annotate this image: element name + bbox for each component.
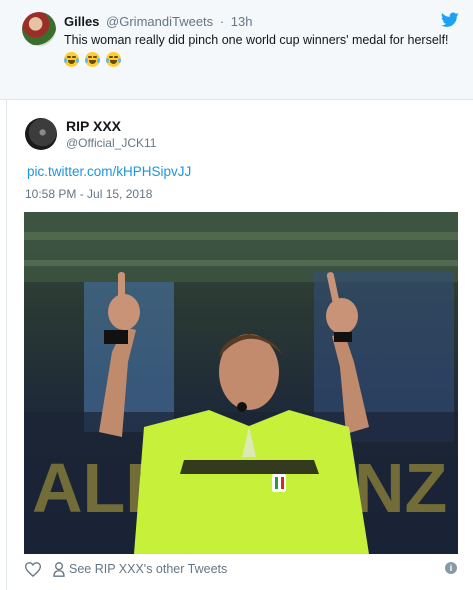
reply-author-name[interactable]: Gilles	[64, 14, 99, 29]
embedded-author-name[interactable]: RIP XXX	[66, 118, 121, 134]
referee-photo-illustration: ALB NZ	[24, 212, 458, 554]
emoji-row	[64, 50, 122, 67]
person-icon	[53, 562, 65, 577]
pic-link[interactable]: pic.twitter.com/kHPHSipvJJ	[27, 164, 191, 179]
see-other-tweets-link[interactable]: See RIP XXX's other Tweets	[69, 562, 227, 576]
info-icon[interactable]: i	[445, 562, 457, 574]
tears-of-joy-emoji-icon	[105, 51, 121, 67]
embedded-tweet-card: RIP XXX @Official_JCK11 pic.twitter.com/…	[6, 100, 473, 590]
svg-text:NZ: NZ	[354, 449, 447, 527]
tweet-timestamp[interactable]: 10:58 PM - Jul 15, 2018	[25, 187, 152, 201]
reply-timestamp[interactable]: 13h	[231, 14, 253, 29]
tweet-photo[interactable]: ALB NZ	[24, 212, 458, 554]
tears-of-joy-emoji-icon	[64, 51, 79, 67]
embedded-author-avatar[interactable]	[25, 118, 57, 150]
heart-icon[interactable]	[25, 562, 41, 577]
meta-separator: ·	[219, 14, 225, 29]
reply-author-avatar[interactable]	[22, 12, 56, 46]
reply-tweet-header: Gilles @GrimandiTweets · 13h	[64, 14, 252, 29]
twitter-bird-icon[interactable]	[441, 12, 459, 28]
tears-of-joy-emoji-icon	[84, 51, 100, 67]
reply-tweet-text: This woman really did pinch one world cu…	[64, 33, 449, 47]
reply-tweet: Gilles @GrimandiTweets · 13h This woman …	[0, 0, 473, 100]
reply-author-handle[interactable]: @GrimandiTweets	[106, 14, 213, 29]
embedded-author-handle[interactable]: @Official_JCK11	[66, 136, 156, 150]
